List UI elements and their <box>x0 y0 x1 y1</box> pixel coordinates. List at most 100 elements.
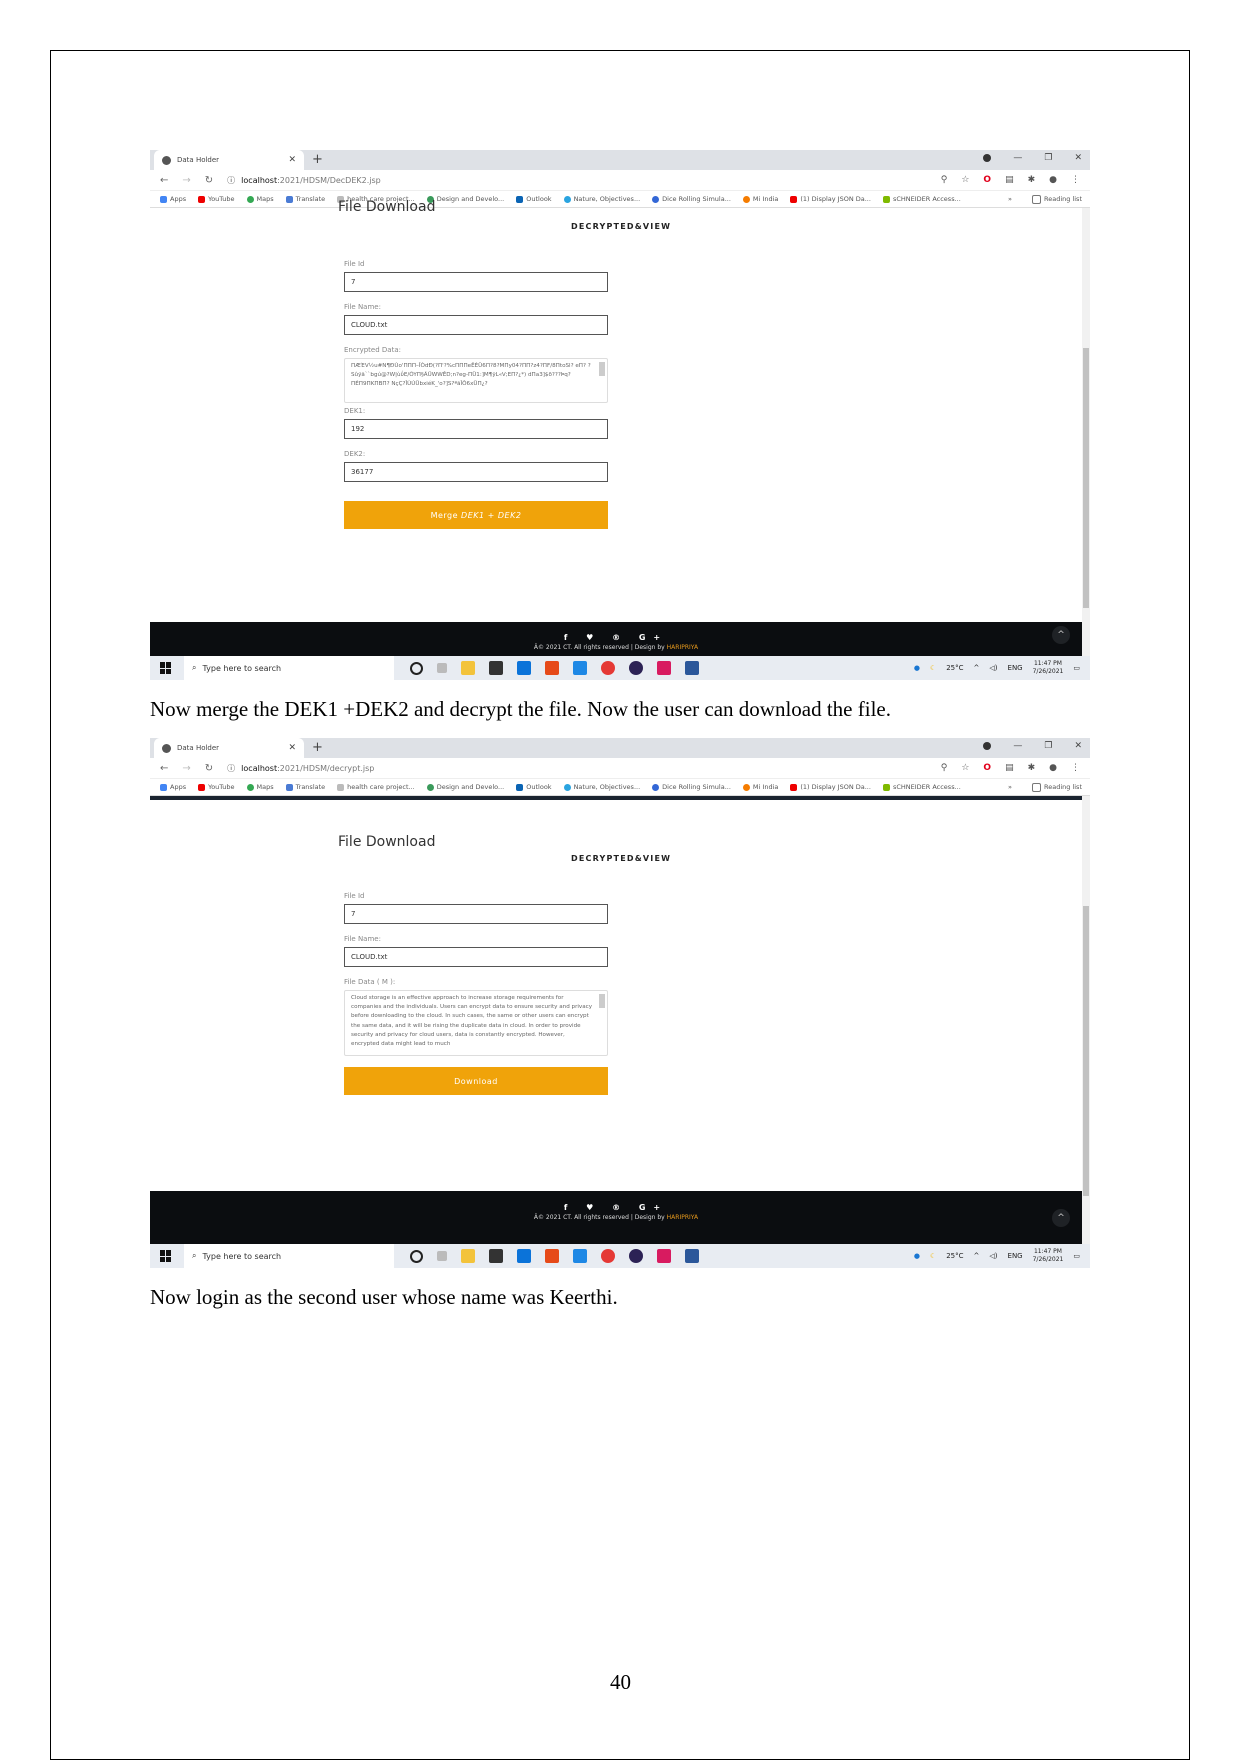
help-icon[interactable]: ● <box>914 664 920 672</box>
bookmark-youtube[interactable]: YouTube <box>198 195 235 203</box>
outlook-icon[interactable] <box>517 661 531 675</box>
zoom-icon[interactable]: ⚲ <box>941 175 948 185</box>
menu-icon[interactable]: ⋮ <box>1071 763 1080 773</box>
bookmark-mi-india[interactable]: Mi India <box>742 783 778 791</box>
puzzle-icon[interactable]: ✱ <box>1028 763 1036 773</box>
chevron-up-icon[interactable]: ^ <box>974 664 980 672</box>
task-view-icon[interactable] <box>437 1251 447 1261</box>
new-tab-button[interactable]: + <box>312 152 323 167</box>
bookmark-mi-india[interactable]: Mi India <box>742 195 778 203</box>
encrypted-data-textarea[interactable]: ΠÆΈV½u#N¶ÐÙo'ΠΠΠ–ÎÒdÐ(?Π'?%cΠΠΠeÊÈÜ6Π?8?… <box>344 358 608 403</box>
file-name-field[interactable]: CLOUD.txt <box>344 315 608 335</box>
chrome-icon[interactable] <box>601 661 615 675</box>
store-icon[interactable] <box>489 661 503 675</box>
browser-tab[interactable]: Data Holder ✕ <box>154 738 304 758</box>
scroll-to-top-button[interactable]: ^ <box>1052 1209 1070 1227</box>
weather-temp[interactable]: 25°C <box>946 1252 963 1260</box>
task-view-icon[interactable] <box>437 663 447 673</box>
mail-icon[interactable] <box>573 661 587 675</box>
clock[interactable]: 11:47 PM 7/26/2021 <box>1033 1248 1064 1264</box>
bookmark-maps[interactable]: Maps <box>246 195 274 203</box>
lang-indicator[interactable]: ENG <box>1008 1252 1023 1260</box>
bookmark-dice[interactable]: Dice Rolling Simula... <box>652 195 731 203</box>
bookmark-health-care[interactable]: health care project... <box>337 783 415 791</box>
profile-dot-icon[interactable] <box>983 154 992 162</box>
paint-icon[interactable] <box>657 1249 671 1263</box>
scrollbar[interactable] <box>1082 796 1090 1246</box>
star-icon[interactable]: ☆ <box>961 763 969 773</box>
bookmark-outlook[interactable]: Outlook <box>516 783 552 791</box>
bookmark-schneider[interactable]: sCHNEIDER Access... <box>882 195 961 203</box>
minimize-button[interactable]: — <box>1013 741 1022 751</box>
bookmark-nature[interactable]: Nature, Objectives... <box>563 195 640 203</box>
profile-icon[interactable]: ● <box>1049 175 1057 185</box>
extension-icon[interactable]: ▤ <box>1005 175 1014 185</box>
weather-temp[interactable]: 25°C <box>946 664 963 672</box>
file-explorer-icon[interactable] <box>461 1249 475 1263</box>
close-window-button[interactable]: ✕ <box>1074 153 1082 163</box>
eclipse-icon[interactable] <box>629 1249 643 1263</box>
reading-list[interactable]: Reading list <box>1032 194 1082 204</box>
volume-icon[interactable]: ◁) <box>989 664 997 672</box>
menu-icon[interactable]: ⋮ <box>1071 175 1080 185</box>
file-explorer-icon[interactable] <box>461 661 475 675</box>
url-field[interactable]: ⓘ localhost:2021/HDSM/DecDEK2.jsp <box>227 175 381 186</box>
new-tab-button[interactable]: + <box>312 740 323 755</box>
notifications-icon[interactable]: ▭ <box>1073 664 1080 672</box>
bookmark-dice[interactable]: Dice Rolling Simula... <box>652 783 731 791</box>
bookmark-json[interactable]: (1) Display JSON Da... <box>790 195 871 203</box>
bookmark-design[interactable]: Design and Develo... <box>426 783 504 791</box>
bookmark-more[interactable]: » <box>1008 195 1012 203</box>
paint-icon[interactable] <box>657 661 671 675</box>
bookmark-design[interactable]: Design and Develo... <box>426 195 504 203</box>
scrollbar[interactable] <box>1082 208 1090 658</box>
chevron-up-icon[interactable]: ^ <box>974 1252 980 1260</box>
taskbar-search[interactable]: ⌕ Type here to search <box>184 656 394 680</box>
bookmark-more[interactable]: » <box>1008 783 1012 791</box>
cortana-icon[interactable] <box>410 1249 423 1263</box>
taskbar-search[interactable]: ⌕ Type here to search <box>184 1244 394 1268</box>
forward-icon[interactable]: → <box>182 763 190 774</box>
file-data-textarea[interactable]: Cloud storage is an effective approach t… <box>344 990 608 1056</box>
profile-icon[interactable]: ● <box>1049 763 1057 773</box>
bookmark-apps[interactable]: Apps <box>160 195 186 203</box>
bookmark-json[interactable]: (1) Display JSON Da... <box>790 783 871 791</box>
puzzle-icon[interactable]: ✱ <box>1028 175 1036 185</box>
textarea-scrollbar[interactable] <box>599 994 605 1008</box>
profile-dot-icon[interactable] <box>983 742 992 750</box>
bookmark-translate[interactable]: Translate <box>285 195 325 203</box>
scroll-to-top-button[interactable]: ^ <box>1052 626 1070 644</box>
opera-icon[interactable]: O <box>983 763 991 773</box>
volume-icon[interactable]: ◁) <box>989 1252 997 1260</box>
dek2-field[interactable]: 36177 <box>344 462 608 482</box>
help-icon[interactable]: ● <box>914 1252 920 1260</box>
file-id-field[interactable]: 7 <box>344 904 608 924</box>
outlook-icon[interactable] <box>517 1249 531 1263</box>
maximize-button[interactable]: ❐ <box>1044 153 1052 163</box>
zoom-icon[interactable]: ⚲ <box>941 763 948 773</box>
office-icon[interactable] <box>545 1249 559 1263</box>
lang-indicator[interactable]: ENG <box>1008 664 1023 672</box>
word-icon[interactable] <box>685 661 699 675</box>
back-icon[interactable]: ← <box>160 763 168 774</box>
office-icon[interactable] <box>545 661 559 675</box>
textarea-scrollbar[interactable] <box>599 362 605 376</box>
social-icons[interactable]: f ♥ ® G+ <box>150 622 1082 642</box>
file-name-field[interactable]: CLOUD.txt <box>344 947 608 967</box>
url-field[interactable]: ⓘ localhost:2021/HDSM/decrypt.jsp <box>227 763 374 774</box>
close-tab-icon[interactable]: ✕ <box>288 743 296 753</box>
windows-start-icon[interactable] <box>160 662 172 674</box>
opera-icon[interactable]: O <box>983 175 991 185</box>
close-tab-icon[interactable]: ✕ <box>288 155 296 165</box>
dek1-field[interactable]: 192 <box>344 419 608 439</box>
clock[interactable]: 11:47 PM 7/26/2021 <box>1033 660 1064 676</box>
windows-start-icon[interactable] <box>160 1250 172 1262</box>
forward-icon[interactable]: → <box>182 175 190 186</box>
bookmark-outlook[interactable]: Outlook <box>516 195 552 203</box>
social-icons[interactable]: f ♥ ® G+ <box>150 1191 1082 1212</box>
reload-icon[interactable]: ↻ <box>205 763 213 774</box>
cortana-icon[interactable] <box>410 661 423 675</box>
merge-dek-button[interactable]: Merge DEK1 + DEK2 <box>344 501 608 529</box>
bookmark-nature[interactable]: Nature, Objectives... <box>563 783 640 791</box>
eclipse-icon[interactable] <box>629 661 643 675</box>
